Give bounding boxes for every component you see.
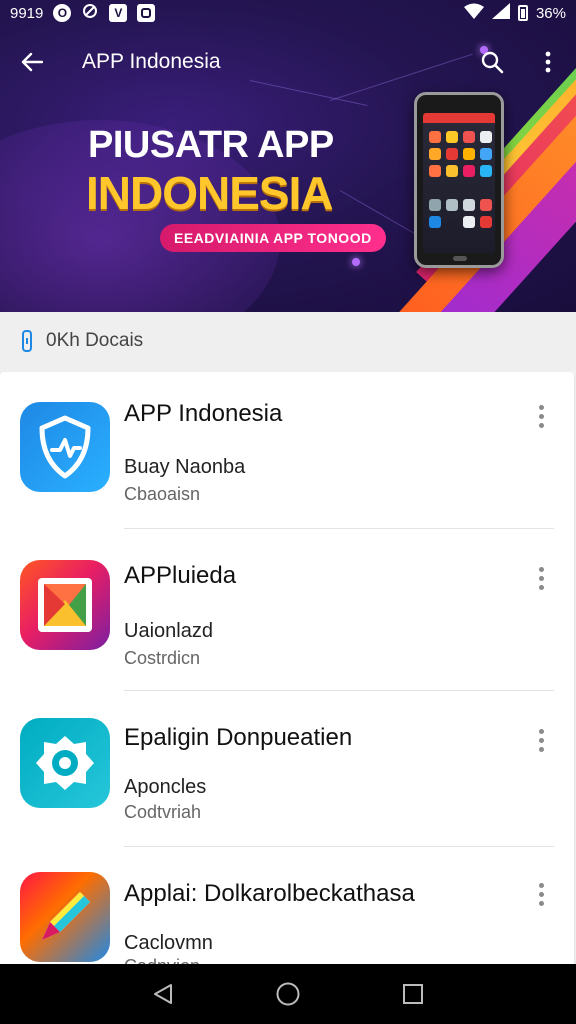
app-list: APP Indonesia Buay Naonba Cbaoaisn APPlu… — [0, 372, 574, 972]
app-subtitle: Buay Naonba — [124, 456, 246, 478]
wifi-icon — [463, 3, 484, 23]
nav-home-button[interactable] — [264, 970, 312, 1018]
page-title: APP Indonesia — [82, 50, 221, 73]
app-icon — [20, 560, 110, 650]
search-button[interactable] — [464, 36, 520, 88]
phone-screen — [423, 113, 495, 253]
section-header: 0Kh Docais — [0, 312, 576, 370]
shield-icon — [39, 415, 91, 479]
notification-badge: O — [53, 4, 72, 22]
app-icon — [20, 718, 110, 808]
gear-icon — [36, 736, 94, 790]
battery-icon — [517, 5, 528, 21]
battery-percent: 36% — [535, 4, 566, 22]
divider — [124, 528, 554, 529]
back-button[interactable] — [0, 36, 64, 88]
app-caption: Cbaoaisn — [124, 484, 201, 504]
app-title: APPluieda — [124, 562, 237, 589]
app-title: Epaligin Donpueatien — [124, 724, 353, 751]
app-title: Applai: Dolkarolbeckathasa — [124, 880, 415, 907]
app-subtitle: Uaionlazd — [124, 620, 213, 642]
navigation-bar — [0, 964, 576, 1024]
status-time: 9919 — [10, 4, 44, 22]
divider — [124, 846, 554, 847]
network-node — [352, 258, 360, 266]
item-more-button[interactable] — [526, 558, 556, 598]
gallery-icon — [38, 578, 92, 632]
banner-tagline: EEADVIAINIA APP TONOOD — [160, 224, 386, 252]
list-item[interactable]: APP Indonesia Buay Naonba Cbaoaisn — [0, 372, 574, 534]
search-icon — [481, 51, 504, 74]
app-icon — [20, 872, 110, 962]
app-caption: Costrdicn — [124, 648, 201, 668]
app-subtitle: Aponcles — [124, 776, 207, 798]
app-title: APP Indonesia — [124, 400, 283, 427]
section-label: 0Kh Docais — [46, 330, 144, 351]
arrow-left-icon — [21, 52, 43, 72]
pencil-icon — [42, 892, 90, 940]
notification-badge — [137, 4, 156, 22]
hero-banner: 9919 O V 36% APP Indonesia PIUSATR APP I… — [0, 0, 576, 312]
overflow-menu-button[interactable] — [520, 36, 576, 88]
item-more-button[interactable] — [526, 874, 556, 914]
phone-icon — [22, 330, 32, 352]
banner-headline: PIUSATR APP — [88, 124, 334, 166]
triangle-back-icon — [153, 984, 172, 1004]
phone-illustration — [414, 92, 504, 268]
circle-home-icon — [276, 982, 300, 1006]
app-bar: APP Indonesia — [0, 36, 576, 88]
square-recents-icon — [403, 984, 424, 1004]
status-bar: 9919 O V 36% — [0, 0, 576, 26]
settings-status-icon — [81, 2, 99, 24]
item-more-button[interactable] — [526, 396, 556, 436]
app-icon — [20, 402, 110, 492]
nav-recents-button[interactable] — [389, 970, 437, 1018]
nav-back-button[interactable] — [139, 970, 187, 1018]
app-caption: Codtvriah — [124, 802, 202, 822]
app-subtitle: Caclovmn — [124, 932, 213, 954]
notification-badge: V — [109, 4, 128, 22]
signal-icon — [491, 3, 510, 23]
item-more-button[interactable] — [526, 720, 556, 760]
list-item[interactable]: Applai: Dolkarolbeckathasa Caclovmn Cadn… — [0, 850, 574, 972]
divider — [124, 690, 554, 691]
banner-title: INDONESIA — [86, 167, 334, 219]
more-vert-icon — [545, 51, 551, 73]
list-item[interactable]: Epaligin Donpueatien Aponcles Codtvriah — [0, 694, 574, 856]
list-item[interactable]: APPluieda Uaionlazd Costrdicn — [0, 532, 574, 694]
